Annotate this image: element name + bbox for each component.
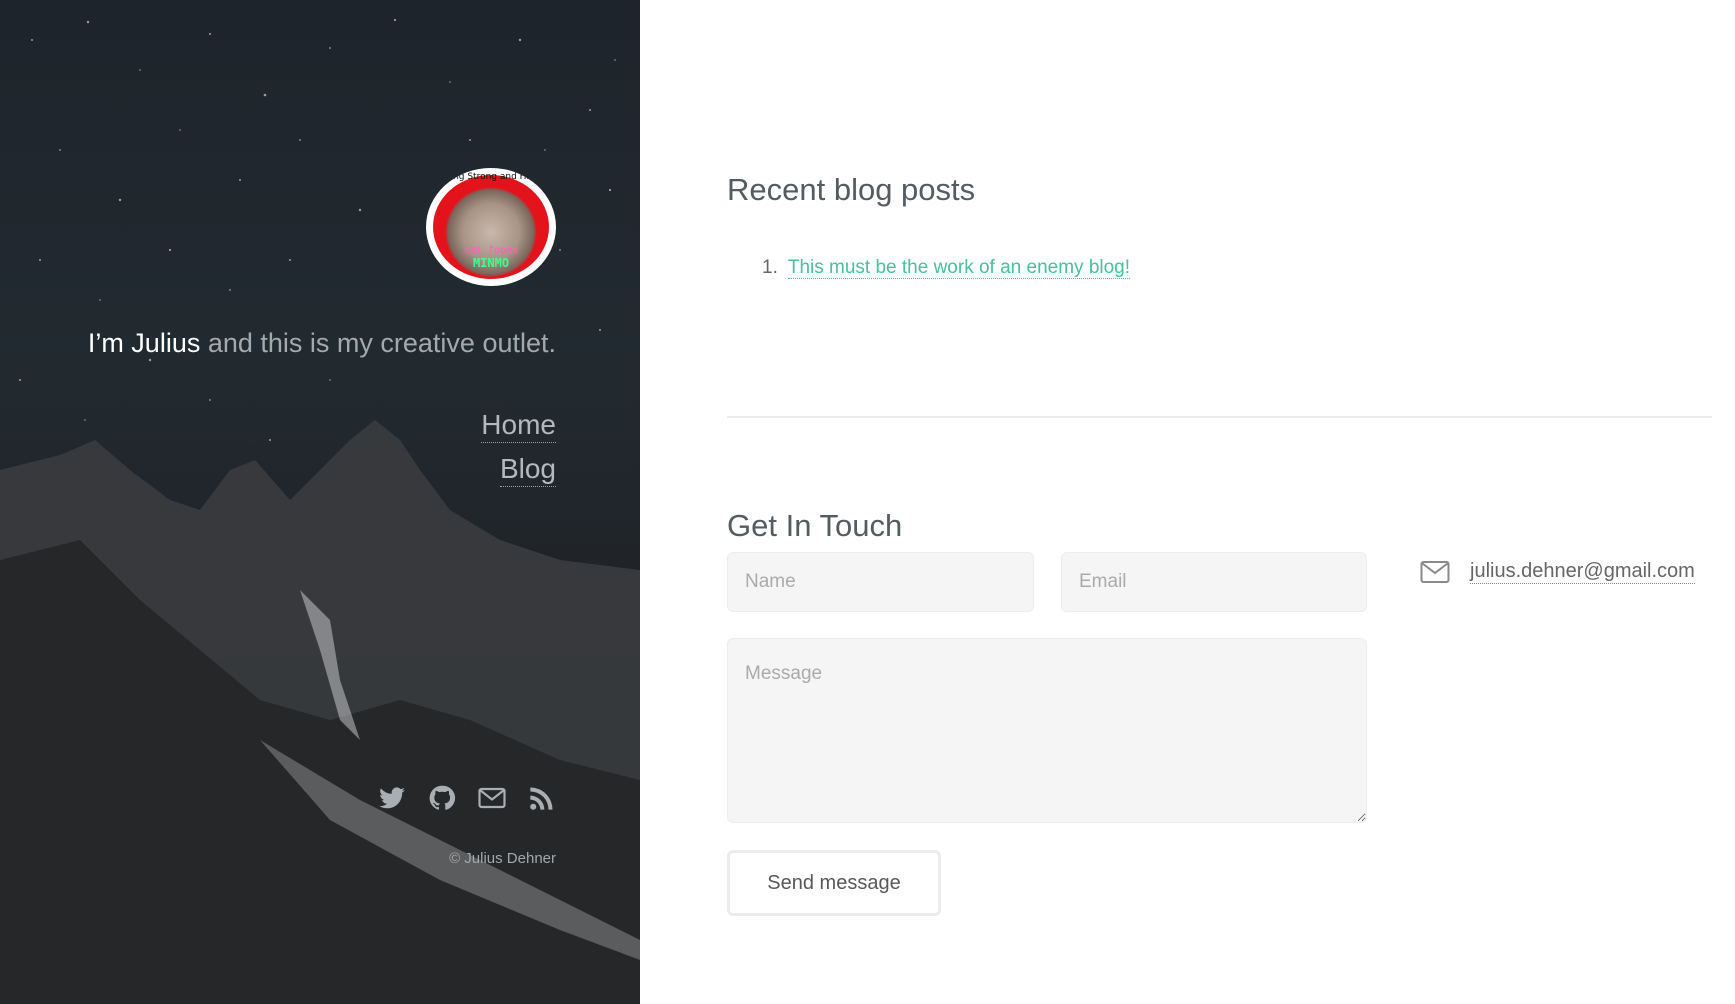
nav-link-home[interactable]: Home [481,408,556,443]
contact-heading: Get In Touch [727,508,903,543]
copyright: © Julius Dehner [449,850,556,867]
tagline-rest: and this is my creative outlet. [200,328,556,358]
name-field[interactable] [727,552,1034,612]
tagline: I’m Julius and this is my creative outle… [88,328,556,359]
message-field[interactable] [727,638,1367,823]
envelope-icon[interactable] [478,784,506,812]
email-link[interactable]: julius.dehner@gmail.com [1470,560,1695,584]
list-item: 1. This must be the work of an enemy blog… [762,257,1131,279]
sidebar-nav: Home Blog [481,408,556,496]
github-icon[interactable] [428,784,456,812]
contact-email: julius.dehner@gmail.com [1420,560,1695,584]
email-field[interactable] [1061,552,1367,612]
recent-posts-list: 1. This must be the work of an enemy blog… [762,257,1131,279]
rss-icon[interactable] [528,784,556,812]
recent-posts-heading: Recent blog posts [727,172,976,207]
avatar-mid-text: cat foods [463,245,519,256]
envelope-icon [1420,560,1450,584]
post-link[interactable]: This must be the work of an enemy blog! [787,257,1131,279]
twitter-icon[interactable] [378,784,406,812]
section-divider [727,416,1712,418]
sidebar: ng Strong and Hi cat foods MINMO I’m Jul… [0,0,640,1004]
post-number: 1. [762,257,778,278]
tagline-name: I’m Julius [87,328,201,358]
send-message-button[interactable]: Send message [727,850,941,916]
avatar[interactable]: ng Strong and Hi cat foods MINMO [426,168,556,286]
avatar-bottom-text: MINMO [472,256,510,270]
social-links [378,784,556,812]
nav-link-blog[interactable]: Blog [499,452,556,487]
avatar-top-text: ng Strong and Hi [453,172,529,182]
